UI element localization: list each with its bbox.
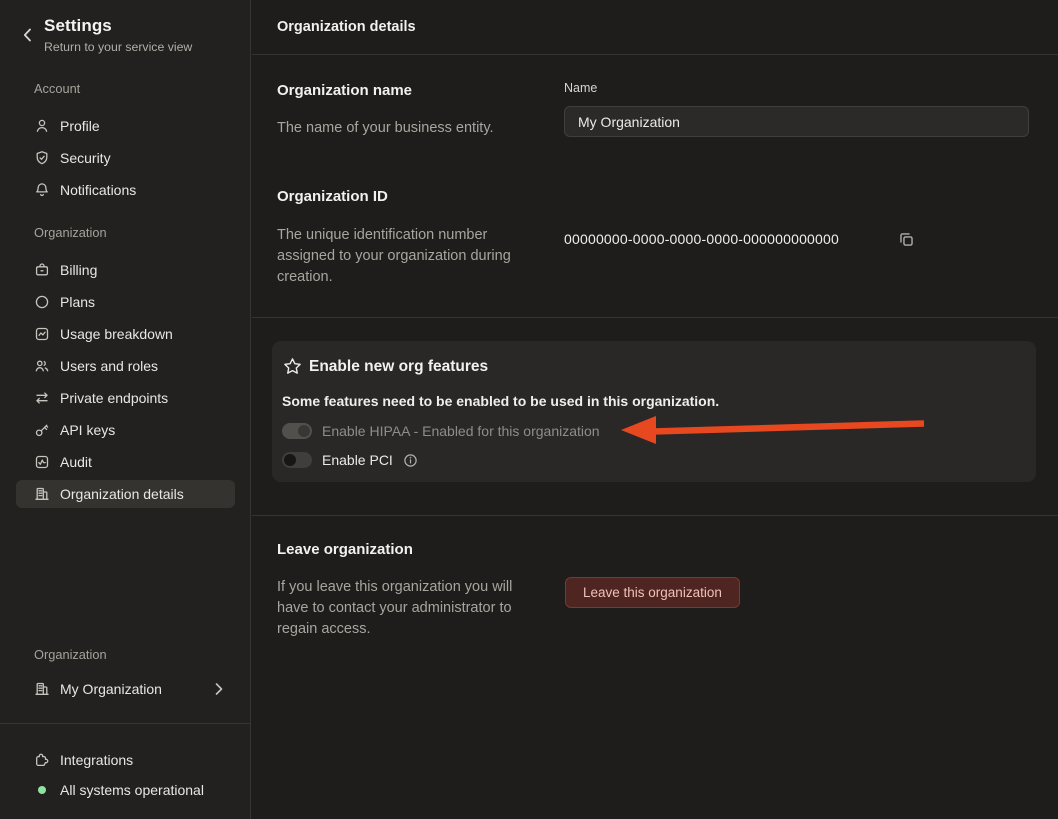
bell-icon [34, 182, 50, 198]
toggle-knob [298, 425, 310, 437]
back-button[interactable] [18, 25, 36, 45]
person-icon [34, 118, 50, 134]
settings-page: Settings Return to your service view Acc… [0, 0, 1058, 819]
status-dot-icon [34, 782, 50, 798]
name-field-label: Name [564, 81, 597, 95]
sidebar-item-security[interactable]: Security [16, 144, 235, 172]
pci-toggle[interactable] [282, 452, 312, 468]
key-icon [34, 422, 50, 438]
audit-pulse-icon [34, 454, 50, 470]
copy-button[interactable] [897, 230, 915, 248]
building-icon [34, 486, 50, 502]
features-card-description: Some features need to be enabled to be u… [282, 393, 719, 409]
hipaa-toggle-row: Enable HIPAA - Enabled for this organiza… [282, 423, 600, 439]
hipaa-toggle-label: Enable HIPAA - Enabled for this organiza… [322, 423, 600, 439]
sidebar-item-users-and-roles[interactable]: Users and roles [16, 352, 235, 380]
sidebar-item-plans[interactable]: Plans [16, 288, 235, 316]
chevron-right-icon [215, 683, 223, 695]
sidebar-item-organization-details[interactable]: Organization details [16, 480, 235, 508]
org-name-heading: Organization name [277, 82, 412, 99]
org-name-input[interactable] [564, 106, 1029, 137]
integrations-link[interactable]: Integrations [16, 746, 235, 774]
page-title: Organization details [277, 0, 416, 55]
sidebar-item-private-endpoints[interactable]: Private endpoints [16, 384, 235, 412]
sidebar-item-label: API keys [60, 422, 115, 438]
org-id-value: 00000000-0000-0000-0000-000000000000 [564, 231, 839, 247]
sidebar-item-profile[interactable]: Profile [16, 112, 235, 140]
leave-heading: Leave organization [277, 541, 413, 558]
sidebar-item-label: Usage breakdown [60, 326, 173, 342]
org-name-description: The name of your business entity. [277, 118, 494, 139]
sidebar-item-billing[interactable]: Billing [16, 256, 235, 284]
toggle-knob [284, 454, 296, 466]
section-divider [252, 515, 1058, 516]
chevron-left-icon [23, 28, 32, 42]
building-icon [34, 681, 50, 697]
pci-toggle-row: Enable PCI [282, 452, 418, 468]
sidebar-item-label: Audit [60, 454, 92, 470]
billing-icon [34, 262, 50, 278]
sidebar-subtitle: Return to your service view [44, 40, 192, 54]
sidebar-item-label: Private endpoints [60, 390, 168, 406]
features-card: Enable new org features Some features ne… [272, 341, 1036, 482]
sidebar-divider [0, 723, 251, 724]
sidebar: Settings Return to your service view Acc… [0, 0, 251, 819]
section-divider [252, 317, 1058, 318]
usage-chart-icon [34, 326, 50, 342]
pci-toggle-label: Enable PCI [322, 452, 393, 468]
section-label-organization: Organization [34, 225, 107, 240]
copy-icon [898, 231, 915, 248]
users-icon [34, 358, 50, 374]
arrows-swap-icon [34, 390, 50, 406]
sidebar-item-notifications[interactable]: Notifications [16, 176, 235, 204]
features-card-heading: Enable new org features [309, 358, 488, 376]
sidebar-item-label: Profile [60, 118, 100, 134]
org-id-heading: Organization ID [277, 188, 388, 205]
hipaa-toggle[interactable] [282, 423, 312, 439]
sidebar-item-label: Users and roles [60, 358, 158, 374]
org-id-description: The unique identification number assigne… [277, 225, 529, 288]
shield-icon [34, 150, 50, 166]
sidebar-item-label: Billing [60, 262, 97, 278]
sidebar-item-label: Notifications [60, 182, 136, 198]
org-switcher[interactable]: My Organization [16, 675, 235, 703]
org-switcher-value: My Organization [60, 681, 162, 697]
sidebar-item-label: Security [60, 150, 111, 166]
sidebar-item-api-keys[interactable]: API keys [16, 416, 235, 444]
puzzle-icon [34, 752, 50, 768]
section-label-account: Account [34, 81, 80, 96]
circle-icon [34, 294, 50, 310]
page-header: Organization details [252, 0, 1058, 55]
sidebar-item-usage-breakdown[interactable]: Usage breakdown [16, 320, 235, 348]
system-status[interactable]: All systems operational [16, 776, 235, 804]
main-content: Organization details Organization name T… [252, 0, 1058, 819]
section-label-org-switcher: Organization [34, 647, 107, 662]
integrations-label: Integrations [60, 752, 133, 768]
sidebar-item-label: Plans [60, 294, 95, 310]
green-dot [38, 786, 46, 794]
star-icon [282, 356, 302, 376]
status-label: All systems operational [60, 782, 204, 798]
sidebar-item-audit[interactable]: Audit [16, 448, 235, 476]
leave-description: If you leave this organization you will … [277, 577, 539, 640]
leave-organization-button[interactable]: Leave this organization [565, 577, 740, 608]
sidebar-item-label: Organization details [60, 486, 184, 502]
info-icon[interactable] [403, 453, 418, 468]
sidebar-title: Settings [44, 16, 112, 36]
